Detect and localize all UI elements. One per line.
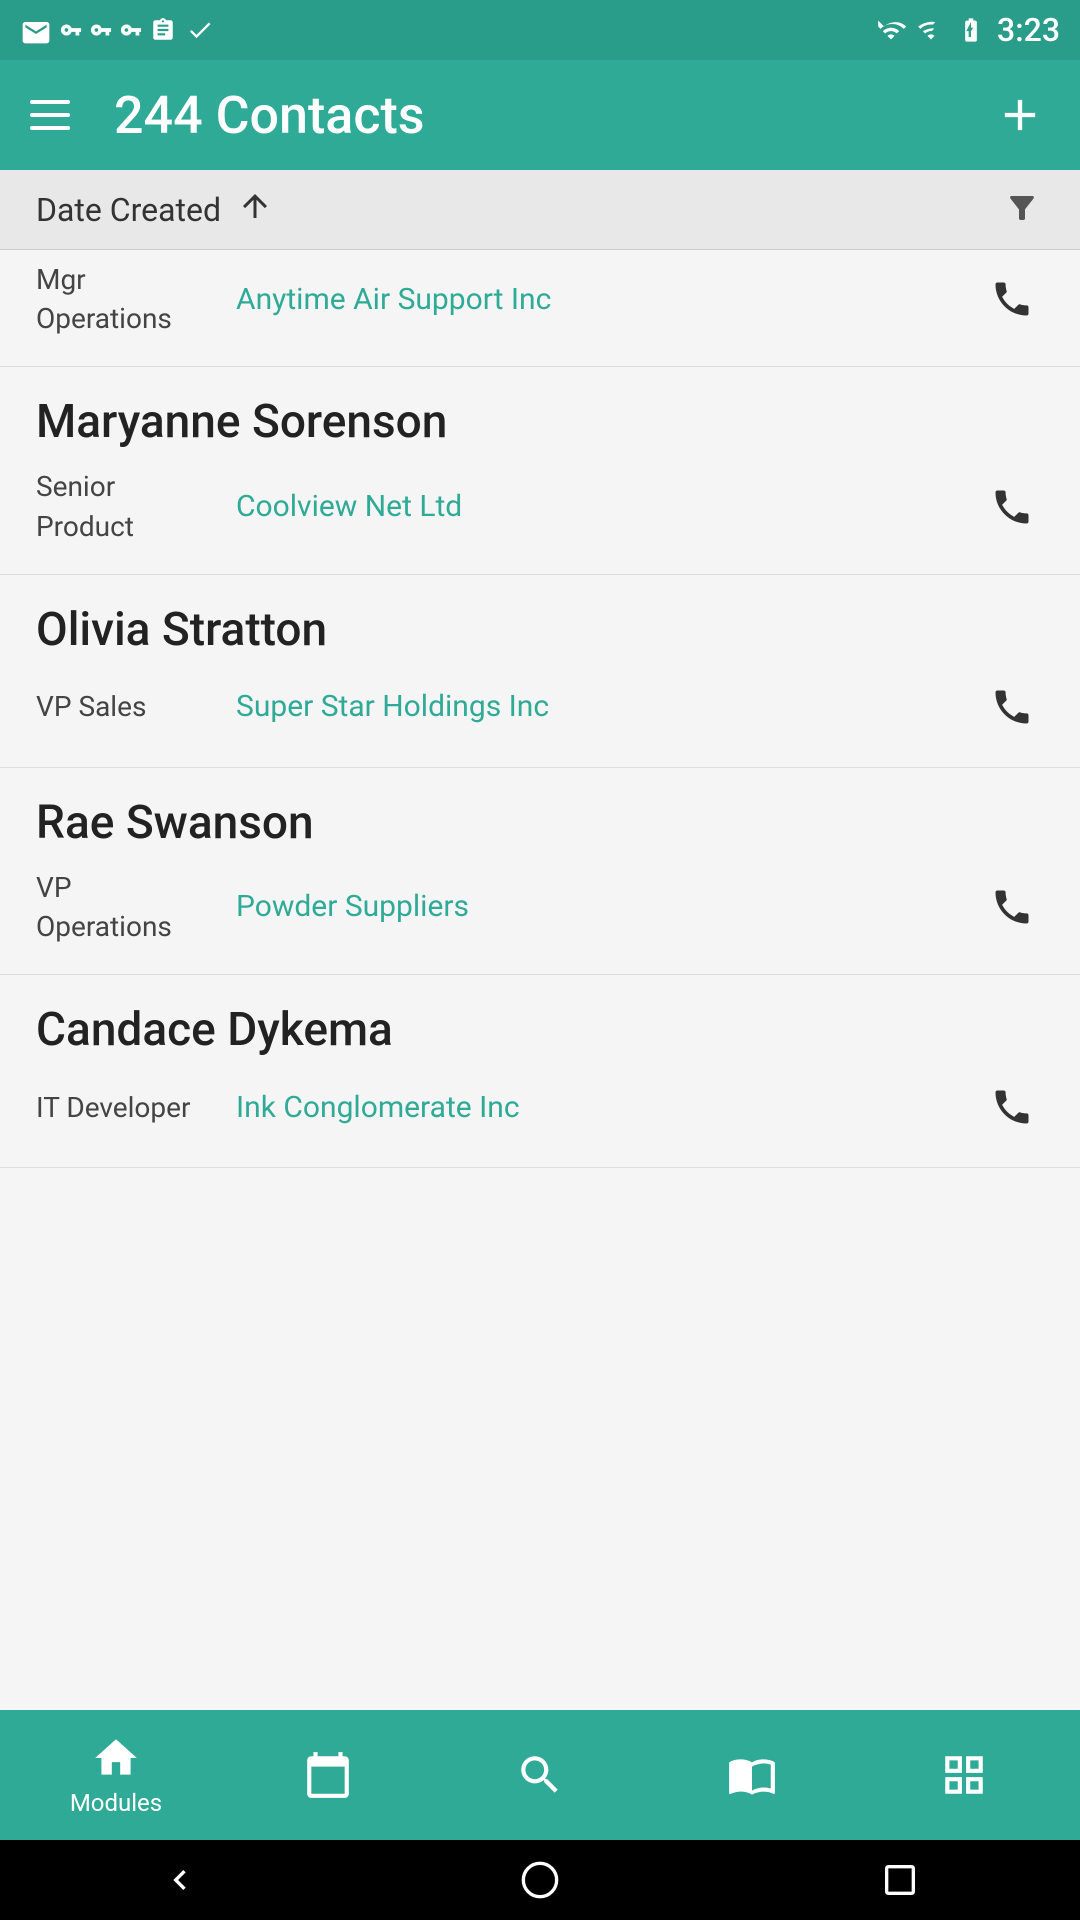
contact-name-candace: Candace Dykema [36, 1003, 1044, 1057]
contact-role-rae: VP Operations [36, 868, 216, 946]
sort-label: Date Created [36, 191, 221, 229]
contact-company-rae: Powder Suppliers [236, 889, 980, 924]
contact-item-partial[interactable]: Mgr Operations Anytime Air Support Inc [0, 250, 1080, 367]
arrow-up-icon [237, 188, 273, 224]
phone-icon-candace [990, 1085, 1034, 1129]
contact-name-rae: Rae Swanson [36, 796, 1044, 850]
hamburger-line-1 [30, 100, 70, 104]
contact-role-maryanne: Senior Product [36, 467, 216, 545]
contact-details-olivia: VP Sales Super Star Holdings Inc [36, 675, 1044, 739]
home-button[interactable] [510, 1850, 570, 1910]
nav-item-calendar[interactable] [238, 1750, 418, 1800]
done-icon [184, 16, 216, 44]
key-icon-1 [60, 16, 82, 44]
grid-icon [939, 1750, 989, 1800]
key-icon-3 [120, 16, 142, 44]
plus-icon [994, 89, 1046, 141]
phone-button-rae[interactable] [980, 875, 1044, 939]
app-bar: 244 Contacts [0, 60, 1080, 170]
contact-item-olivia[interactable]: Olivia Stratton VP Sales Super Star Hold… [0, 575, 1080, 768]
sort-arrow-icon[interactable] [237, 188, 273, 232]
hamburger-line-3 [30, 126, 70, 130]
contact-company-partial: Anytime Air Support Inc [236, 282, 980, 317]
phone-icon-partial [990, 277, 1034, 321]
phone-icon-rae [990, 885, 1034, 929]
wifi-icon [873, 16, 909, 44]
hamburger-line-2 [30, 113, 70, 117]
mail-icon [20, 16, 52, 44]
contact-details-candace: IT Developer Ink Conglomerate Inc [36, 1075, 1044, 1139]
contact-company-olivia: Super Star Holdings Inc [236, 689, 980, 724]
sort-bar[interactable]: Date Created [0, 170, 1080, 250]
contact-details-partial: Mgr Operations Anytime Air Support Inc [36, 260, 1044, 338]
contact-name-olivia: Olivia Stratton [36, 603, 1044, 657]
contacts-list: Mgr Operations Anytime Air Support Inc M… [0, 250, 1080, 1710]
status-right-icons: 3:23 [873, 11, 1060, 49]
contact-details-maryanne: Senior Product Coolview Net Ltd [36, 467, 1044, 545]
contact-role-partial: Mgr Operations [36, 260, 216, 338]
status-time: 3:23 [997, 11, 1060, 49]
contact-name-maryanne: Maryanne Sorenson [36, 395, 1044, 449]
recents-button[interactable] [870, 1850, 930, 1910]
phone-button-maryanne[interactable] [980, 475, 1044, 539]
contact-details-rae: VP Operations Powder Suppliers [36, 868, 1044, 946]
nav-item-book[interactable] [662, 1750, 842, 1800]
app-title: 244 Contacts [114, 85, 990, 146]
filter-button[interactable] [1000, 190, 1044, 230]
phone-icon-olivia [990, 685, 1034, 729]
circle-icon [520, 1860, 560, 1900]
nav-item-search[interactable] [450, 1750, 630, 1800]
phone-button-olivia[interactable] [980, 675, 1044, 739]
calendar-icon [303, 1750, 353, 1800]
phone-icon-maryanne [990, 485, 1034, 529]
book-icon [727, 1750, 777, 1800]
add-contact-button[interactable] [990, 85, 1050, 145]
search-icon [515, 1750, 565, 1800]
signal-icon [917, 16, 945, 44]
hamburger-button[interactable] [30, 85, 90, 145]
battery-icon [953, 16, 989, 44]
home-icon [91, 1733, 141, 1783]
nav-label-modules: Modules [70, 1789, 162, 1817]
back-icon [160, 1860, 200, 1900]
contact-company-maryanne: Coolview Net Ltd [236, 489, 980, 524]
back-button[interactable] [150, 1850, 210, 1910]
phone-button-partial[interactable] [980, 267, 1044, 331]
phone-button-candace[interactable] [980, 1075, 1044, 1139]
key-icon-2 [90, 16, 112, 44]
filter-icon [1000, 190, 1044, 226]
status-bar: 3:23 [0, 0, 1080, 60]
contact-company-candace: Ink Conglomerate Inc [236, 1090, 980, 1125]
contact-role-olivia: VP Sales [36, 687, 216, 726]
android-nav-bar [0, 1840, 1080, 1920]
contact-item-candace[interactable]: Candace Dykema IT Developer Ink Conglome… [0, 975, 1080, 1168]
nav-item-modules[interactable]: Modules [26, 1733, 206, 1817]
contact-item-rae[interactable]: Rae Swanson VP Operations Powder Supplie… [0, 768, 1080, 975]
status-left-icons [20, 16, 216, 44]
bottom-nav: Modules [0, 1710, 1080, 1840]
recents-icon [880, 1860, 920, 1900]
nav-item-grid[interactable] [874, 1750, 1054, 1800]
contact-role-candace: IT Developer [36, 1088, 216, 1127]
contact-item-maryanne[interactable]: Maryanne Sorenson Senior Product Coolvie… [0, 367, 1080, 574]
clipboard-icon [150, 16, 176, 44]
